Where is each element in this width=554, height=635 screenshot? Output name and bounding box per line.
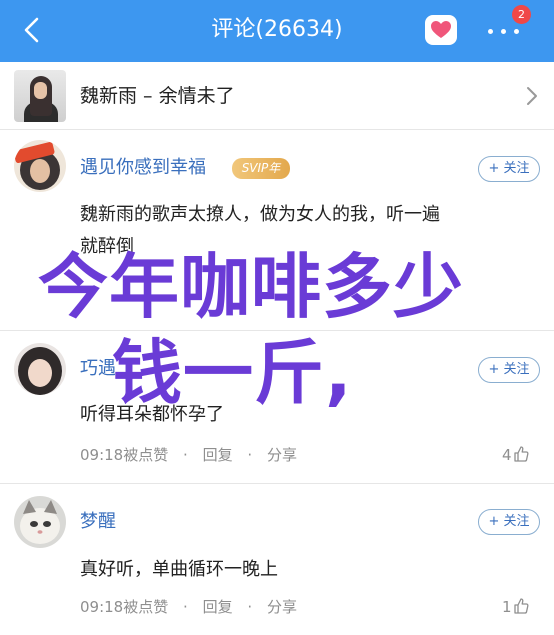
follow-button[interactable]: + 关注 [478,509,540,535]
like-count: 1 [502,598,512,616]
comment-text-line: 真好听，单曲循环一晚上 [80,559,278,580]
comment-text-line: 魏新雨的歌声太撩人，做为女人的我，听一遍 [80,204,440,225]
comment-username[interactable]: 遇见你感到幸福 [80,155,206,181]
notification-badge: 2 [512,5,531,24]
reply-button[interactable]: 回复 [203,598,233,616]
divider [0,483,554,484]
svip-badge: SVIP年 [232,158,290,179]
like-count: 4 [502,446,512,464]
like-button[interactable]: 4 [502,444,529,466]
share-button[interactable]: 分享 [267,598,297,616]
song-title: 魏新雨 – 余情未了 [80,85,235,107]
avatar[interactable] [14,140,66,192]
comment-meta: 09:18被点赞 · 回复 · 分享 [80,598,297,616]
comment-username[interactable]: 梦醒 [80,509,116,535]
follow-button[interactable]: + 关注 [478,357,540,383]
song-cover [14,70,66,122]
avatar[interactable] [14,496,66,548]
like-button[interactable]: 1 [502,596,529,618]
avatar[interactable] [14,343,66,395]
reply-button[interactable]: 回复 [203,446,233,464]
comment-time: 09:18被点赞 [80,446,169,464]
song-row[interactable]: 魏新雨 – 余情未了 [0,62,554,130]
comment-meta: 09:18被点赞 · 回复 · 分享 [80,446,297,464]
chevron-right-icon [527,87,537,105]
follow-button[interactable]: + 关注 [478,156,540,182]
thumb-up-icon [513,598,529,614]
share-button[interactable]: 分享 [267,446,297,464]
overlay-headline-line2: 钱一斤, [112,332,353,414]
page-title: 评论(26634) [211,17,343,42]
heart-message-icon[interactable] [425,15,457,45]
comment-username[interactable]: 巧遇 [80,356,116,382]
thumb-up-icon [513,446,529,462]
overlay-headline-line1: 今年咖啡多少 [38,246,464,328]
top-bar: 评论(26634) 2 [0,0,554,62]
comment-time: 09:18被点赞 [80,598,169,616]
